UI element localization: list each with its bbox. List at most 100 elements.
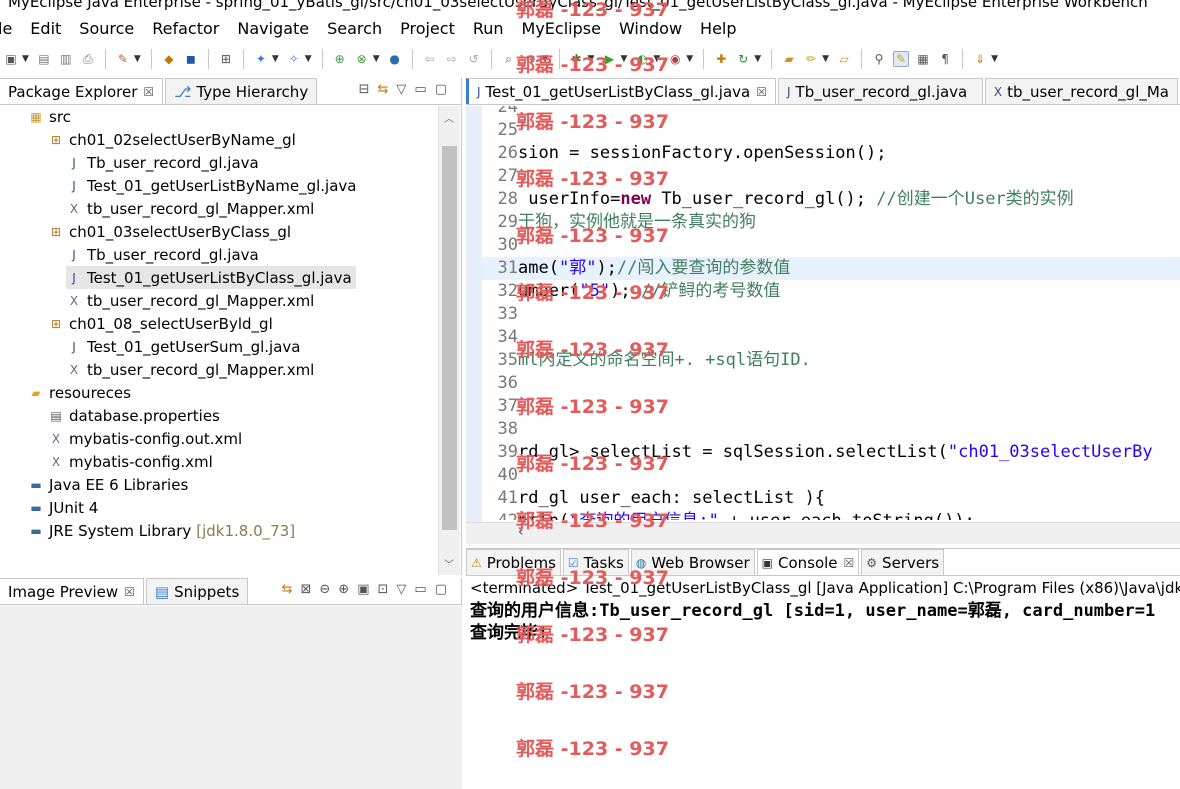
close-icon[interactable]: ☒ xyxy=(844,556,855,570)
code-line[interactable]: 38 xyxy=(482,418,1180,441)
debug-dropdown-icon[interactable]: ▼ xyxy=(588,54,595,64)
block-selection-icon[interactable]: ▦ xyxy=(915,51,931,67)
actual-size-icon[interactable]: ▣ xyxy=(357,582,369,597)
coverage-dropdown-icon[interactable]: ▼ xyxy=(653,54,660,64)
refresh-icon[interactable]: ↻ xyxy=(735,51,751,67)
scroll-up-icon[interactable]: ︿ xyxy=(444,110,454,125)
toggle-breadcrumb-icon[interactable]: ⚲ xyxy=(871,51,887,67)
minimize-icon[interactable]: ▭ xyxy=(414,82,426,97)
new-wizard-dropdown-icon[interactable]: ▼ xyxy=(305,54,312,64)
mark-occurrences-icon[interactable]: ✎ xyxy=(893,51,910,67)
new-class-dropdown-icon[interactable]: ▼ xyxy=(272,54,279,64)
open-type-icon[interactable]: ⊕ xyxy=(332,51,348,67)
tree-item[interactable]: J Test_01_getUserListByClass_gl.java xyxy=(66,266,356,289)
tab-package-explorer[interactable]: Package Explorer ☒ xyxy=(0,78,164,104)
tree-item[interactable]: Xmybatis-config.out.xml xyxy=(48,427,242,450)
scrollbar-thumb[interactable] xyxy=(442,146,457,530)
console-tab[interactable]: ☑ Tasks xyxy=(562,549,629,575)
new-wizard-icon[interactable]: ✧ xyxy=(286,51,302,67)
external-tools-dropdown-icon[interactable]: ▼ xyxy=(686,54,693,64)
link-icon[interactable]: ⇆ xyxy=(282,582,293,597)
close-icon[interactable]: ☒ xyxy=(124,585,135,599)
close-icon[interactable]: ☒ xyxy=(143,85,154,99)
debug-icon[interactable]: ✱ xyxy=(569,51,585,67)
server-icon[interactable]: ⊞ xyxy=(218,51,234,67)
run-icon[interactable]: ▶ xyxy=(601,51,617,67)
menu-item-le[interactable]: le xyxy=(0,19,12,38)
code-line[interactable]: 35ml内定义的命名空间+. +sql语句ID. xyxy=(482,349,1180,372)
tree-item[interactable]: Xtb_user_record_gl_Mapper.xml xyxy=(66,358,314,381)
menu-item-help[interactable]: Help xyxy=(700,19,736,38)
code-line[interactable]: 33 xyxy=(482,303,1180,326)
menu-item-window[interactable]: Window xyxy=(619,19,682,38)
menu-item-navigate[interactable]: Navigate xyxy=(237,19,309,38)
open-resource-icon[interactable]: ⊗ xyxy=(354,51,370,67)
external-tools-icon[interactable]: ◉ xyxy=(667,51,683,67)
save-icon[interactable]: ▤ xyxy=(36,51,52,67)
tree-item[interactable]: ⊞ ch01_02selectUserByName_gl xyxy=(48,128,296,151)
zoom-in-icon[interactable]: ⊕ xyxy=(338,582,349,597)
new-icon[interactable]: ▣ xyxy=(3,51,19,67)
tab-image-preview[interactable]: Image Preview ☒ xyxy=(0,578,144,604)
show-whitespace-icon[interactable]: ¶ xyxy=(937,51,953,67)
tree-item[interactable]: ⊞ ch01_08_selectUserByld_gl xyxy=(48,312,273,335)
link-with-editor-icon[interactable]: ⇆ xyxy=(378,82,389,97)
zoom-out-icon[interactable]: ⊖ xyxy=(319,582,330,597)
editor-tab[interactable]: J Tb_user_record_gl.java xyxy=(778,78,983,104)
save-all-icon[interactable]: ▥ xyxy=(58,51,74,67)
print-icon[interactable]: ⎙ xyxy=(80,51,96,67)
console-tab[interactable]: ◍ Web Browser xyxy=(630,549,755,575)
task-dropdown-icon[interactable]: ▼ xyxy=(542,54,549,64)
close-icon[interactable]: ☒ xyxy=(756,85,767,99)
view-menu-icon[interactable]: ▽ xyxy=(396,582,406,597)
deploy-icon[interactable]: ◼ xyxy=(183,51,199,67)
new-java-icon[interactable]: ✎ xyxy=(115,51,131,67)
tree-item[interactable]: Xtb_user_record_gl_Mapper.xml xyxy=(66,289,314,312)
tree-item[interactable]: ▤ database.properties xyxy=(48,404,220,427)
console-tab[interactable]: ⚙ Servers xyxy=(861,549,945,575)
code-line[interactable]: 31ame("郭");//闯入要查询的参数值 xyxy=(482,257,1180,280)
forward-icon[interactable]: ⇨ xyxy=(444,51,460,67)
editor-tab[interactable]: J Test_01_getUserListByClass_gl.java ☒ xyxy=(466,78,776,104)
menu-item-refactor[interactable]: Refactor xyxy=(152,19,219,38)
rotate-icon[interactable]: ⊡ xyxy=(378,582,389,597)
code-line[interactable]: 39rd_gl> selectList = sqlSession.selectL… xyxy=(482,441,1180,464)
minimize-icon[interactable]: ▭ xyxy=(414,582,426,597)
maximize-icon[interactable]: ▢ xyxy=(435,582,447,597)
tree-item[interactable]: ▬ JRE System Library [jdk1.8.0_73] xyxy=(28,519,295,542)
tab-type-hierarchy[interactable]: ⎇ Type Hierarchy xyxy=(165,78,318,104)
code-line[interactable]: 36 xyxy=(482,372,1180,395)
tree-item[interactable]: ▬ JUnit 4 xyxy=(28,496,98,519)
tree-item[interactable]: J Test_01_getUserSum_gl.java xyxy=(66,335,300,358)
brush-dropdown-icon[interactable]: ▼ xyxy=(822,54,829,64)
history-icon[interactable]: ↺ xyxy=(466,51,482,67)
new-java-project-icon[interactable]: ✚ xyxy=(713,51,729,67)
tree-item[interactable]: J Test_01_getUserListByName_gl.java xyxy=(66,174,356,197)
new-java-dropdown-icon[interactable]: ▼ xyxy=(134,54,141,64)
tree-item[interactable]: Xtb_user_record_gl_Mapper.xml xyxy=(66,197,314,220)
menu-item-edit[interactable]: Edit xyxy=(30,19,61,38)
next-annotation-dropdown-icon[interactable]: ▼ xyxy=(991,54,998,64)
code-line[interactable]: 28 userInfo=new Tb_user_record_gl(); //创… xyxy=(482,188,1180,211)
editor-horizontal-scrollbar[interactable]: ‹ xyxy=(466,522,1180,544)
tab-snippets[interactable]: ▤ Snippets xyxy=(145,578,249,604)
code-line[interactable]: 25 xyxy=(482,119,1180,142)
code-line[interactable]: 27 xyxy=(482,165,1180,188)
editor-tab[interactable]: Xtb_user_record_gl_Ma xyxy=(984,78,1178,104)
run-dropdown-icon[interactable]: ▼ xyxy=(620,54,627,64)
folder-icon[interactable]: ▱ xyxy=(836,51,852,67)
editor-text-area[interactable]: 24 25 26sion = sessionFactory.openSession(… xyxy=(482,106,1180,520)
new-class-icon[interactable]: ✦ xyxy=(253,51,269,67)
code-line[interactable]: 29于狗，实例他就是一条真实的狗 xyxy=(482,211,1180,234)
globe-icon[interactable]: ● xyxy=(387,51,403,67)
search-icon[interactable]: ⌕ xyxy=(501,51,517,67)
tree-item[interactable]: ▦ src xyxy=(28,106,71,128)
view-menu-icon[interactable]: ▽ xyxy=(396,82,406,97)
collapse-all-icon[interactable]: ⊟ xyxy=(359,82,370,97)
brush-icon[interactable]: ✏ xyxy=(803,51,819,67)
menu-item-myeclipse[interactable]: MyEclipse xyxy=(522,19,601,38)
back-icon[interactable]: ⇦ xyxy=(422,51,438,67)
coverage-icon[interactable]: ◐ xyxy=(634,51,650,67)
menu-item-project[interactable]: Project xyxy=(400,19,455,38)
code-line[interactable]: 37 xyxy=(482,395,1180,418)
